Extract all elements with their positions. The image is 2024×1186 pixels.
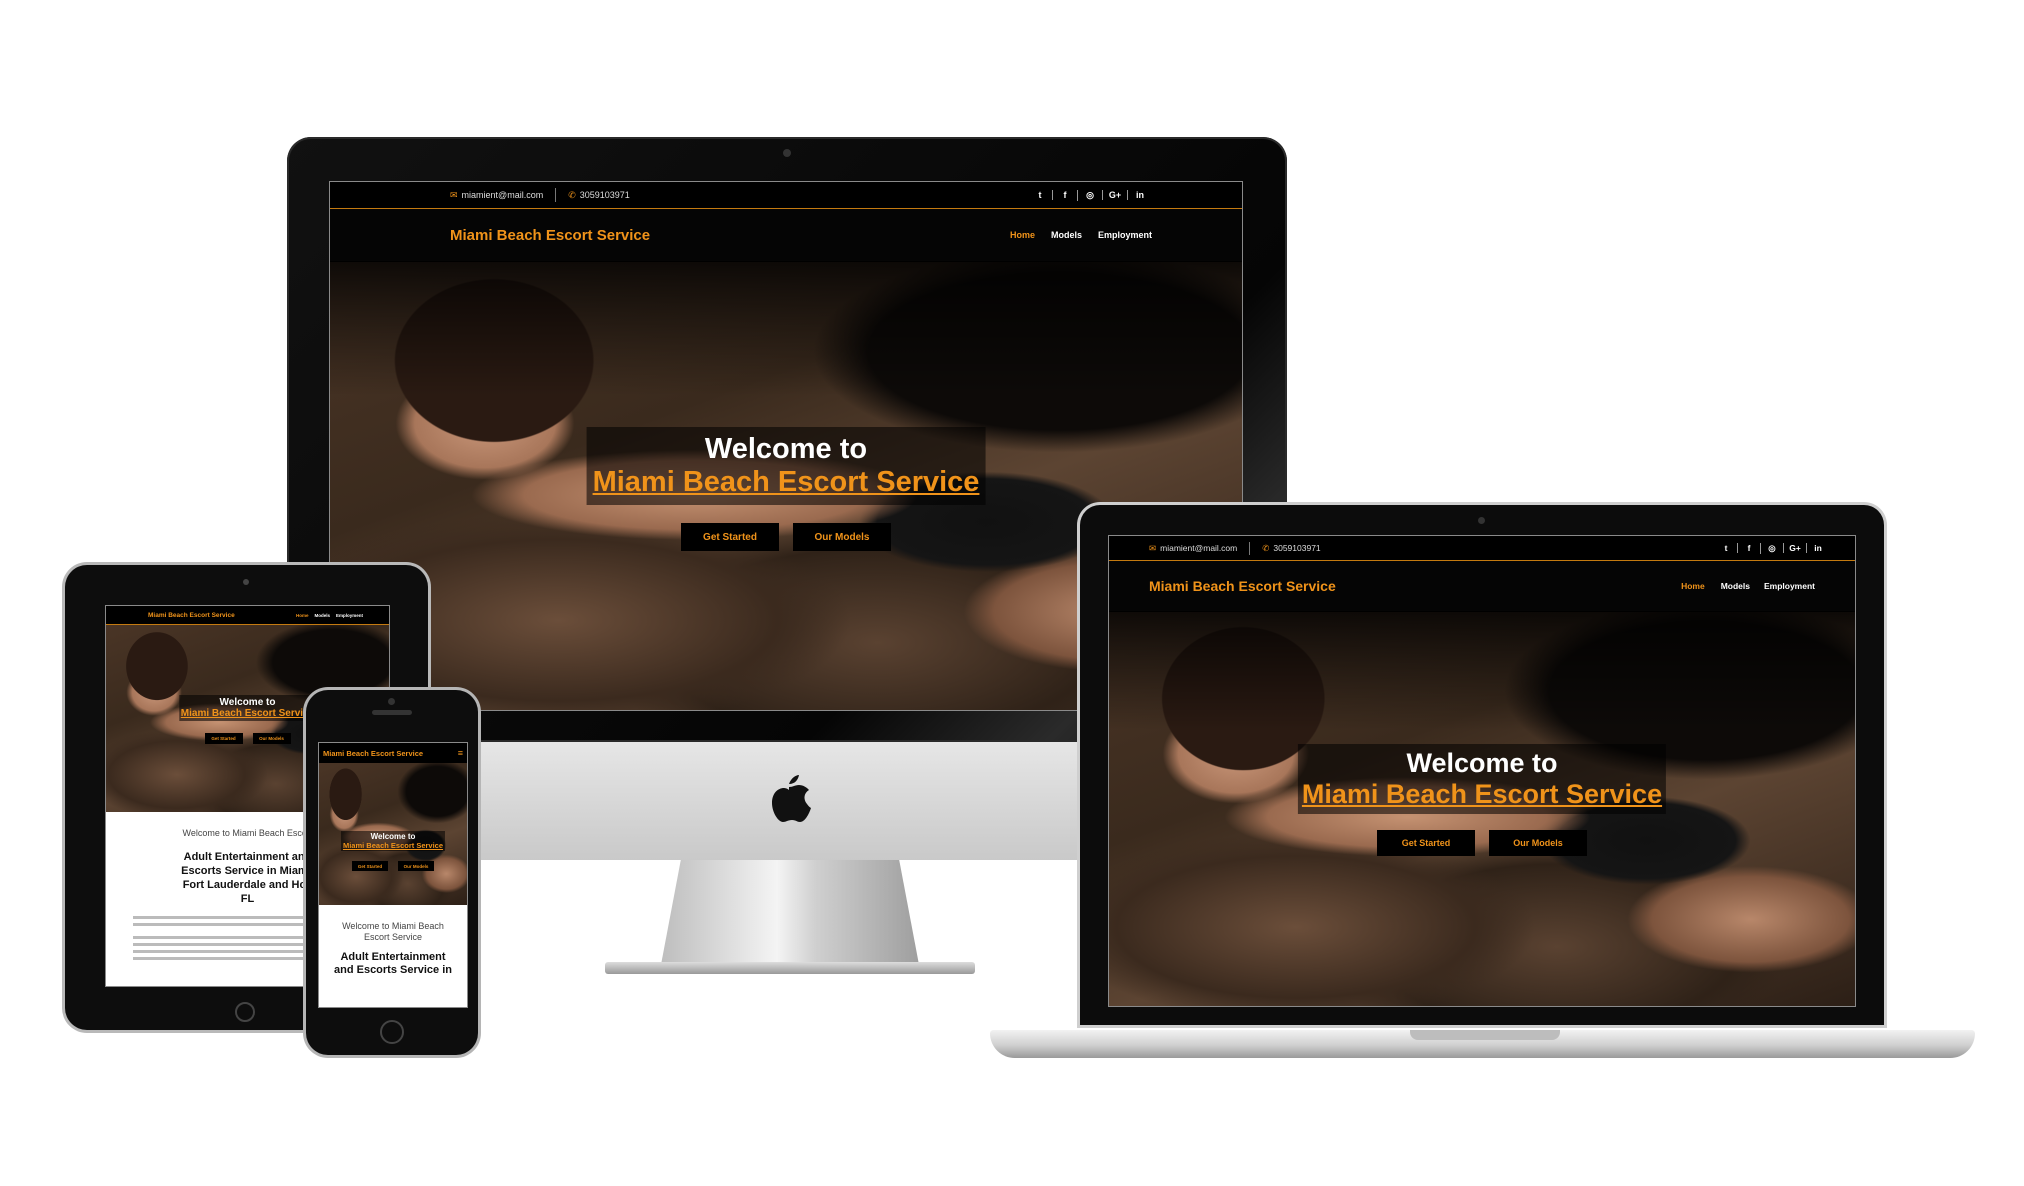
mail-icon: ✉ <box>1149 542 1157 553</box>
brand-logo[interactable]: Miami Beach Escort Service <box>323 749 423 758</box>
brand-logo[interactable]: Miami Beach Escort Service <box>450 227 650 244</box>
nav-employment[interactable]: Employment <box>336 613 363 618</box>
phone-speaker <box>372 710 412 715</box>
get-started-button[interactable]: Get Started <box>1377 830 1475 856</box>
nav-home[interactable]: Home <box>1010 230 1035 240</box>
content-welcome: Welcome to Miami Beach Escort Service <box>342 921 444 942</box>
email-link[interactable]: miamient@mail.com <box>462 190 544 200</box>
tablet-camera <box>243 579 249 585</box>
our-models-button[interactable]: Our Models <box>398 861 434 871</box>
nav-employment[interactable]: Employment <box>1764 581 1815 591</box>
get-started-button[interactable]: Get Started <box>681 523 779 551</box>
mail-icon: ✉ <box>450 189 458 200</box>
get-started-button[interactable]: Get Started <box>204 733 243 744</box>
our-models-button[interactable]: Our Models <box>793 523 891 551</box>
phone-link[interactable]: 3059103971 <box>1273 543 1320 553</box>
nav-home[interactable]: Home <box>296 613 309 618</box>
phone-icon: ✆ <box>568 189 576 200</box>
brand-logo[interactable]: Miami Beach Escort Service <box>148 612 235 619</box>
hero-title-box: Welcome to Miami Beach Escort Service <box>178 695 317 721</box>
phone-device: Miami Beach Escort Service ≡ Welcome to … <box>306 690 478 1055</box>
imac-base <box>605 962 975 974</box>
hero-welcome: Welcome to <box>704 433 868 465</box>
phone-home-button[interactable] <box>380 1020 404 1044</box>
hero-title-box: Welcome to Miami Beach Escort Service <box>586 427 986 505</box>
laptop-camera <box>1478 517 1485 524</box>
brand-logo[interactable]: Miami Beach Escort Service <box>1149 578 1336 594</box>
tablet-home-button[interactable] <box>235 1002 255 1022</box>
hero-section: Welcome to Miami Beach Escort Service Ge… <box>1109 612 1855 1006</box>
apple-logo-icon <box>765 770 813 826</box>
phone-link[interactable]: 3059103971 <box>580 190 630 200</box>
our-models-button[interactable]: Our Models <box>1489 830 1587 856</box>
hero-welcome: Welcome to <box>1406 748 1558 778</box>
linkedin-icon[interactable]: in <box>1127 190 1152 200</box>
content-heading: Adult Entertainment and Escorts Service … <box>334 951 452 976</box>
hamburger-icon[interactable]: ≡ <box>458 748 463 758</box>
hero-brand-link[interactable]: Miami Beach Escort Service <box>1302 779 1662 810</box>
laptop-notch <box>1410 1030 1560 1040</box>
hero-welcome: Welcome to <box>370 832 416 841</box>
nav-models[interactable]: Models <box>1051 230 1082 240</box>
google-plus-icon[interactable]: G+ <box>1102 190 1127 200</box>
hero-title-box: Welcome to Miami Beach Escort Service <box>1297 744 1667 814</box>
twitter-icon[interactable]: t <box>1715 543 1737 553</box>
nav-models[interactable]: Models <box>1721 581 1750 591</box>
email-link[interactable]: miamient@mail.com <box>1160 543 1237 553</box>
content-section: Welcome to Miami Beach Escort Service Ad… <box>319 905 467 1007</box>
get-started-button[interactable]: Get Started <box>352 861 388 871</box>
linkedin-icon[interactable]: in <box>1806 543 1829 553</box>
instagram-icon[interactable]: ◎ <box>1760 542 1783 554</box>
google-plus-icon[interactable]: G+ <box>1783 543 1806 553</box>
phone-camera <box>388 698 395 705</box>
twitter-icon[interactable]: t <box>1028 190 1052 200</box>
phone-website: Miami Beach Escort Service ≡ Welcome to … <box>319 743 467 1007</box>
hero-title-box: Welcome to Miami Beach Escort Service <box>340 831 446 851</box>
camera-dot <box>783 149 791 157</box>
instagram-icon[interactable]: ◎ <box>1077 189 1102 201</box>
hero-section: Welcome to Miami Beach Escort Service Ge… <box>319 763 467 905</box>
hero-brand-link[interactable]: Miami Beach Escort Service <box>343 841 443 850</box>
imac-stand <box>660 860 920 970</box>
hero-brand-link[interactable]: Miami Beach Escort Service <box>181 708 314 719</box>
phone-icon: ✆ <box>1262 542 1270 553</box>
our-models-button[interactable]: Our Models <box>252 733 291 744</box>
hero-brand-link[interactable]: Miami Beach Escort Service <box>593 466 980 499</box>
nav-employment[interactable]: Employment <box>1098 230 1152 240</box>
laptop-website: ✉ miamient@mail.com ✆ 3059103971 t f ◎ G+ … <box>1109 536 1855 1006</box>
laptop-device: ✉ miamient@mail.com ✆ 3059103971 t f ◎ G+ … <box>1080 505 1884 1025</box>
facebook-icon[interactable]: f <box>1052 190 1077 200</box>
hero-welcome: Welcome to <box>219 697 276 708</box>
nav-home[interactable]: Home <box>1681 581 1705 591</box>
nav-models[interactable]: Models <box>314 613 330 618</box>
facebook-icon[interactable]: f <box>1737 543 1760 553</box>
